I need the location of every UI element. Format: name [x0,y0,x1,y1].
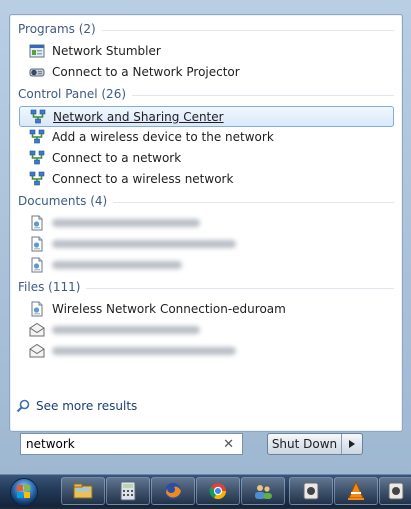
search-box[interactable]: ✕ [20,433,243,455]
search-results-panel: Programs (2) Network Stumbler Connect to a… [9,14,403,432]
chrome-icon [208,481,228,501]
app-icon [387,481,405,501]
result-item-label: Wireless Network Connection-eduroam [52,302,286,316]
result-item-label: Network Stumbler [52,44,161,58]
network-icon [30,109,46,125]
result-item[interactable]: Wireless Network Connection-eduroam [19,299,392,319]
network-icon [29,171,45,187]
result-item-label: Connect to a Network Projector [52,65,240,79]
arrow-right-icon [349,440,355,448]
search-icon [16,399,30,413]
result-item[interactable] [19,255,392,275]
calculator-icon [119,481,137,501]
taskbar-button[interactable] [379,477,411,505]
projector-icon [29,64,45,80]
document-icon [29,236,45,252]
result-item[interactable] [19,341,392,361]
taskbar-button[interactable] [289,477,333,505]
result-item-selected[interactable]: Network and Sharing Center [19,106,394,127]
result-item-label-redacted [52,261,182,269]
vlc-icon [347,481,365,501]
group-header[interactable]: Programs (2) [18,21,96,37]
result-item-label: Network and Sharing Center [53,109,224,124]
taskbar-button[interactable] [61,477,105,505]
users-icon [252,481,274,501]
result-item-label-redacted [52,240,236,248]
shutdown-options-button[interactable] [342,434,362,454]
taskbar-button[interactable] [106,477,150,505]
taskbar-button[interactable] [196,477,240,505]
taskbar-button[interactable] [241,477,285,505]
group-divider [132,95,394,96]
result-item-label: Connect to a network [52,151,182,165]
result-item[interactable] [19,213,392,233]
start-button[interactable] [4,476,44,506]
mail-icon [29,322,45,338]
result-item[interactable] [19,320,392,340]
result-item[interactable]: Connect to a Network Projector [19,62,392,82]
group-header-label: Control Panel (26) [18,87,127,101]
result-item[interactable] [19,234,392,254]
result-item-label-redacted [52,219,200,227]
see-more-results-link[interactable]: See more results [16,399,137,413]
taskbar-button[interactable] [151,477,195,505]
document-icon [29,257,45,273]
taskbar-button[interactable] [334,477,378,505]
result-item-label-redacted [52,326,200,334]
result-item[interactable]: Network Stumbler [19,41,392,61]
group-header[interactable]: Control Panel (26) [18,86,126,102]
network-stumbler-icon [29,43,45,59]
result-item-label: Connect to a wireless network [52,172,234,186]
mail-icon [29,343,45,359]
group-header-label: Documents (4) [18,194,108,208]
group-divider [113,202,394,203]
network-icon [29,150,45,166]
group-header[interactable]: Documents (4) [18,193,107,209]
document-icon [29,215,45,231]
group-divider [101,30,394,31]
search-input[interactable] [26,437,216,451]
explorer-icon [72,481,94,501]
see-more-label: See more results [36,399,138,413]
firefox-icon [163,481,183,501]
group-header-label: Programs (2) [18,22,96,36]
result-item[interactable]: Connect to a network [19,148,392,168]
document-icon [29,301,45,317]
result-item[interactable]: Add a wireless device to the network [19,127,392,147]
result-item[interactable]: Connect to a wireless network [19,169,392,189]
shutdown-button[interactable]: Shut Down [268,434,342,454]
result-item-label: Add a wireless device to the network [52,130,274,144]
shutdown-button-group: Shut Down [267,433,363,455]
app-icon [302,481,320,501]
group-header[interactable]: Files (111) [18,279,80,295]
result-item-label-redacted [52,347,236,355]
clear-search-icon[interactable]: ✕ [223,437,234,452]
group-divider [86,288,394,289]
network-icon [29,129,45,145]
group-header-label: Files (111) [18,280,81,294]
windows-logo-icon [10,478,38,506]
